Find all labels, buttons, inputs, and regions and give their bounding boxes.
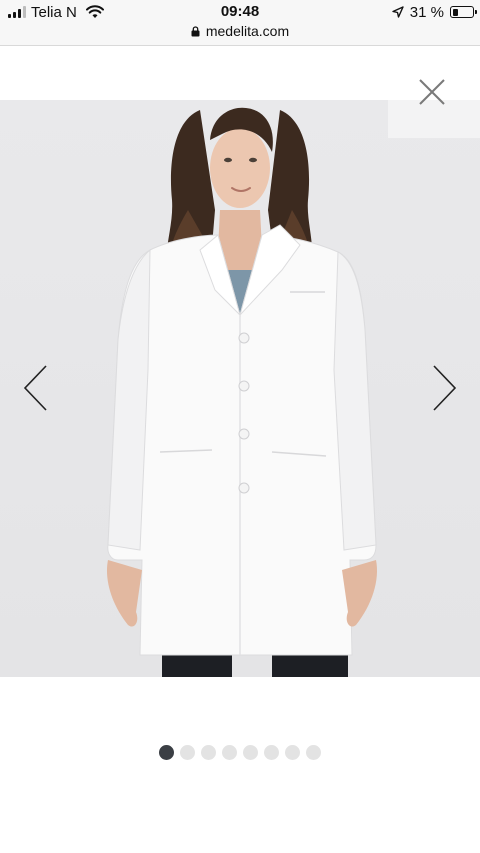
- next-image-button[interactable]: [428, 364, 458, 412]
- chevron-left-icon: [23, 365, 47, 411]
- battery-level: [452, 8, 459, 16]
- pagination-dot[interactable]: [264, 745, 279, 760]
- address-bar[interactable]: medelita.com: [0, 22, 480, 40]
- location-arrow-icon: [392, 6, 404, 18]
- product-photo: [0, 100, 480, 677]
- pagination-dot[interactable]: [222, 745, 237, 760]
- pagination-dot[interactable]: [159, 745, 174, 760]
- close-button[interactable]: [410, 70, 454, 114]
- pagination-dot[interactable]: [285, 745, 300, 760]
- battery-percent: 31 %: [409, 3, 444, 21]
- url-text[interactable]: medelita.com: [206, 23, 289, 39]
- battery-icon: [450, 6, 477, 18]
- previous-image-button[interactable]: [22, 364, 52, 412]
- close-icon: [419, 79, 445, 105]
- pagination-dot[interactable]: [201, 745, 216, 760]
- chevron-right-icon: [433, 365, 457, 411]
- browser-status-bar: Telia N 09:48 31 % medelita.com: [0, 0, 480, 46]
- product-image-viewer: Telia N 09:48 31 % medelita.com: [0, 0, 480, 853]
- pagination-dot[interactable]: [243, 745, 258, 760]
- status-right: 31 %: [392, 3, 477, 21]
- pagination-dot[interactable]: [306, 745, 321, 760]
- model-in-lab-coat-image: [106, 107, 378, 677]
- pagination-dot[interactable]: [180, 745, 195, 760]
- lock-icon: [191, 25, 200, 36]
- gallery-pagination: [0, 745, 480, 760]
